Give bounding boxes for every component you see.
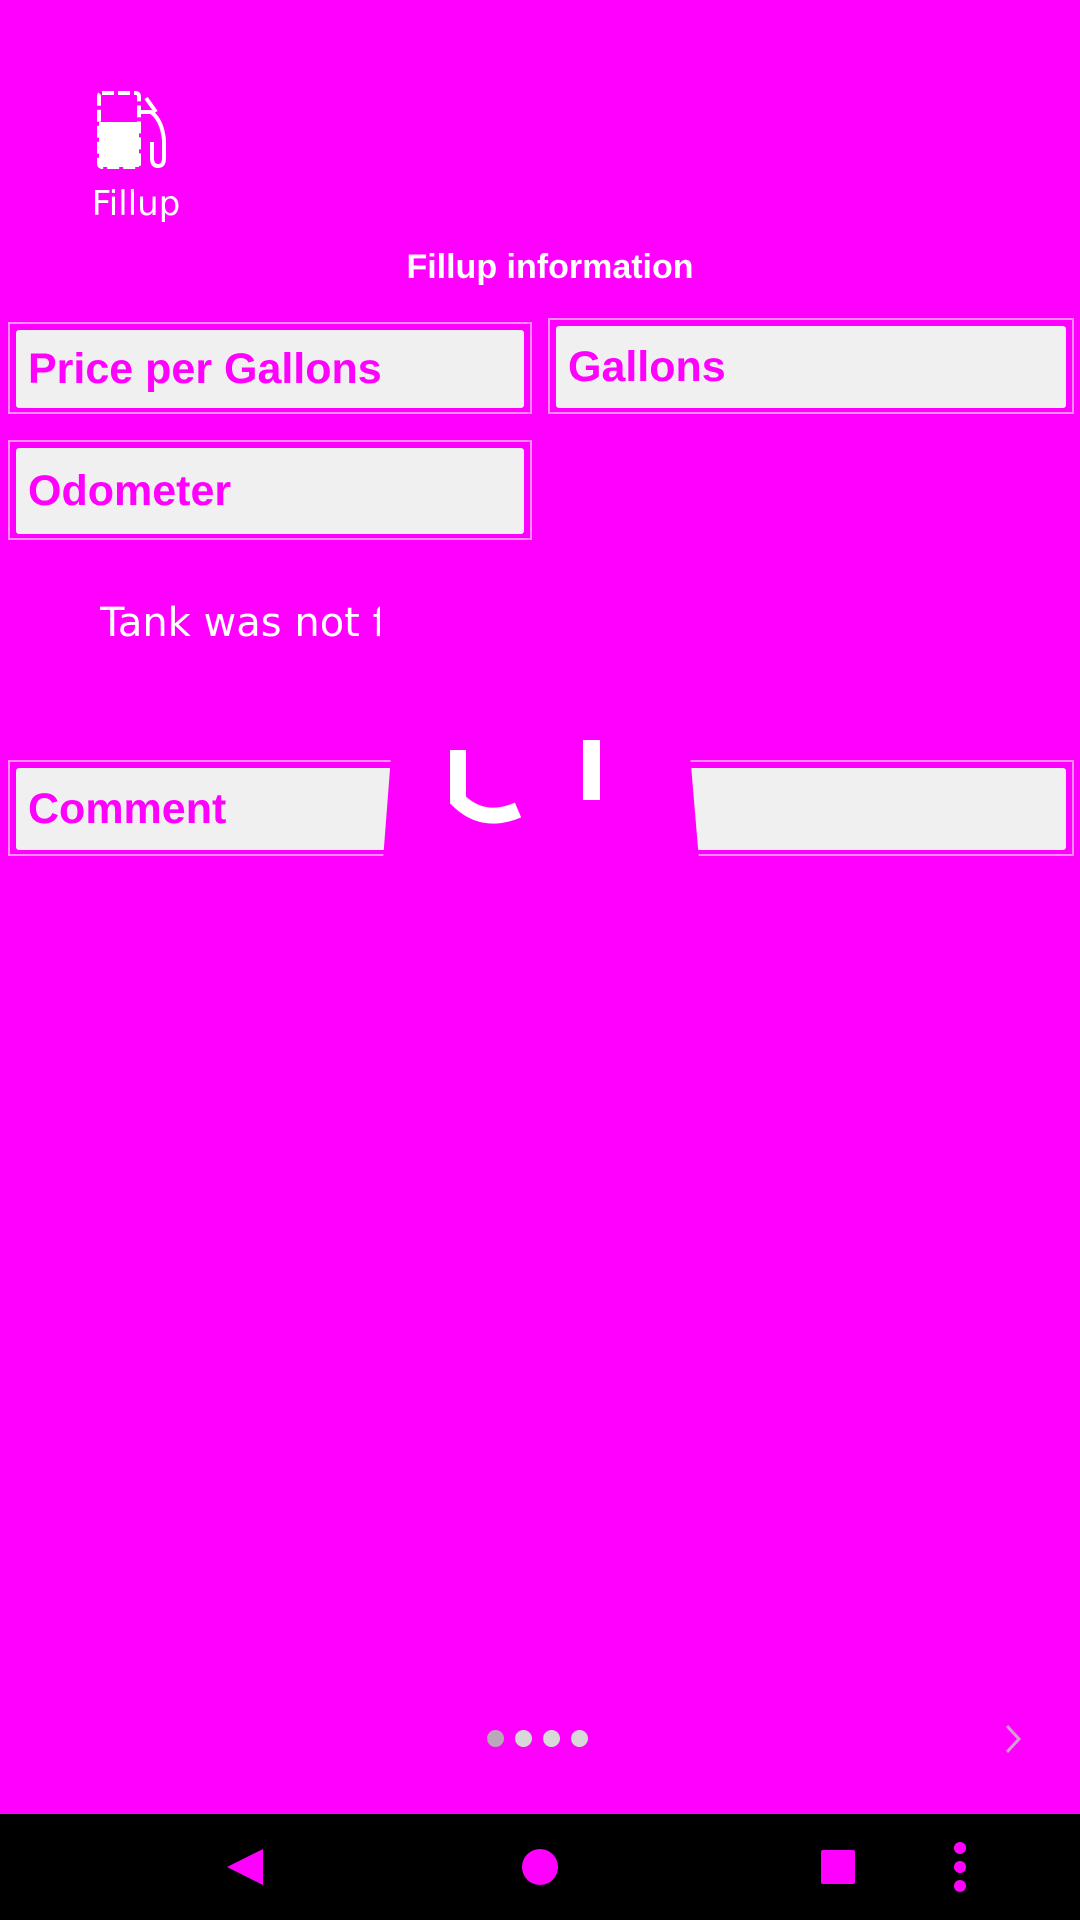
- fillup-header: Fillup: [80, 90, 192, 224]
- page-indicator: [487, 1730, 588, 1747]
- fillup-screen: Fillup Fillup information Tank was not f…: [0, 0, 1080, 1920]
- page-dot-4[interactable]: [571, 1730, 588, 1747]
- price-per-gallon-input[interactable]: [16, 330, 524, 408]
- overflow-menu-button[interactable]: [940, 1814, 980, 1920]
- fillup-title: Fillup: [91, 184, 181, 224]
- page-dot-2[interactable]: [515, 1730, 532, 1747]
- back-triangle-icon: [227, 1849, 263, 1885]
- price-per-gallon-container: [8, 322, 532, 414]
- chevron-right-icon[interactable]: [1002, 1723, 1026, 1755]
- overlay-shape: [383, 540, 699, 860]
- odometer-container: [8, 440, 532, 540]
- page-dot-1[interactable]: [487, 1730, 504, 1747]
- tank-not-full-checkbox[interactable]: Tank was not fi: [100, 598, 380, 646]
- odometer-input[interactable]: [16, 448, 524, 534]
- back-button[interactable]: [210, 1814, 280, 1920]
- page-dot-3[interactable]: [543, 1730, 560, 1747]
- gallons-input[interactable]: [556, 326, 1066, 408]
- home-circle-icon: [522, 1849, 558, 1885]
- gas-pump-icon: [97, 91, 166, 169]
- overflow-menu-icon: [954, 1842, 966, 1892]
- home-button[interactable]: [505, 1814, 575, 1920]
- gallons-container: [548, 318, 1074, 414]
- recents-square-icon: [821, 1850, 855, 1884]
- section-title: Fillup information: [406, 248, 694, 286]
- system-nav-bar: [0, 1814, 1080, 1920]
- recents-button[interactable]: [803, 1814, 873, 1920]
- tank-not-full-label: Tank was not fi: [100, 600, 380, 646]
